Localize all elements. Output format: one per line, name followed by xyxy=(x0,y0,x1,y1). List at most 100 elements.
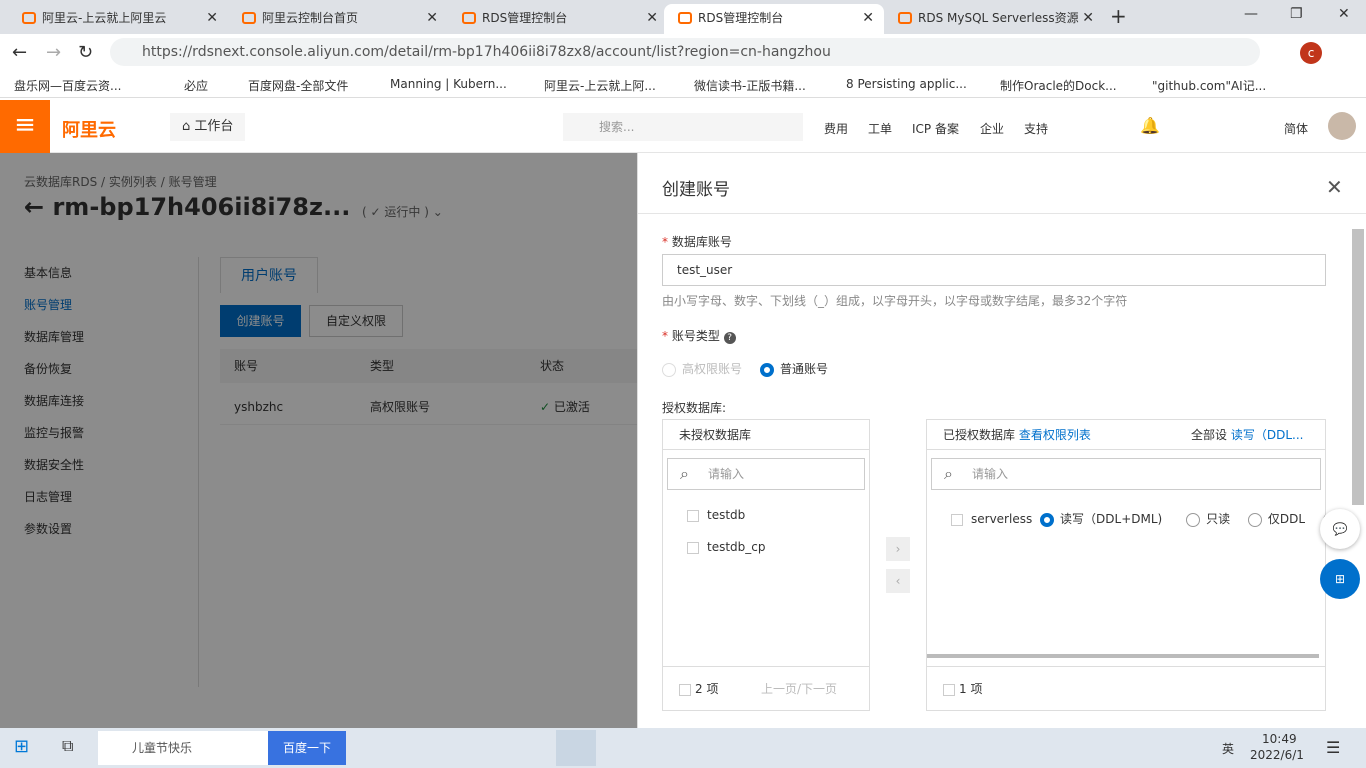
select-all-checkbox[interactable] xyxy=(943,683,955,696)
move-right-button[interactable]: › xyxy=(886,537,910,561)
search-icon: ⌕ xyxy=(680,464,689,483)
taskbar-search-input[interactable]: 儿童节快乐 xyxy=(98,731,268,765)
bookmark[interactable]: 百度网盘-全部文件 xyxy=(248,77,348,94)
checkbox[interactable] xyxy=(687,541,699,554)
bookmark[interactable]: 阿里云-上云就上阿... xyxy=(544,77,656,94)
tab-label: RDS管理控制台 xyxy=(698,11,784,25)
move-left-button[interactable]: ‹ xyxy=(886,569,910,593)
radio-label: 普通账号 xyxy=(780,362,829,376)
workbench-button[interactable]: ⌂ 工作台 xyxy=(170,113,246,141)
browser-tab[interactable]: RDS管理控制台 ✕ xyxy=(448,4,668,34)
browser-tab[interactable]: 阿里云控制台首页 ✕ xyxy=(228,4,448,34)
aliyun-icon xyxy=(22,12,36,24)
placeholder: 请输入 xyxy=(972,467,1009,481)
perm-label: 只读 xyxy=(1206,512,1231,526)
bookmark[interactable]: Manning | Kubern... xyxy=(390,77,507,91)
chat-icon[interactable]: 💬 xyxy=(1320,509,1360,549)
horizontal-scrollbar[interactable] xyxy=(927,654,1319,658)
bookmark[interactable]: "github.com"AI记... xyxy=(1152,77,1266,94)
close-window-button[interactable]: ✕ xyxy=(1338,6,1350,22)
radio-readwrite[interactable] xyxy=(1040,512,1055,527)
nav-link[interactable]: 支持 xyxy=(1024,120,1048,137)
aliyun-icon xyxy=(898,12,912,24)
new-tab-button[interactable]: + xyxy=(1110,4,1127,28)
item-count: 2 项 xyxy=(695,682,719,696)
aliyun-icon xyxy=(678,12,692,24)
pager[interactable]: 上一页/下一页 xyxy=(761,667,837,711)
radio-readonly[interactable] xyxy=(1186,512,1201,527)
item-label: testdb xyxy=(707,508,746,522)
checkbox[interactable] xyxy=(951,513,963,526)
browser-tab-active[interactable]: RDS管理控制台 ✕ xyxy=(664,4,884,34)
help-icon[interactable]: ? xyxy=(723,332,736,344)
language-switch[interactable]: 简体 xyxy=(1284,120,1308,137)
minimize-button[interactable]: — xyxy=(1244,6,1258,22)
radio-ddl-only[interactable] xyxy=(1247,512,1262,527)
db-account-input[interactable]: test_user xyxy=(662,254,1326,286)
set-all-link[interactable]: 读写（DDL... xyxy=(1231,428,1304,442)
list-footer: 1 项 xyxy=(927,666,1325,710)
field-hint: 由小写字母、数字、下划线（_）组成，以字母开头，以字母或数字结尾，最多32个字符 xyxy=(662,294,1128,308)
close-tab-icon[interactable]: ✕ xyxy=(206,4,218,32)
nav-link[interactable]: 工单 xyxy=(868,120,892,137)
bookmark[interactable]: 8 Persisting applic... xyxy=(846,77,967,91)
bookmark[interactable]: 微信读书-正版书籍... xyxy=(694,77,806,94)
nav-link[interactable]: 费用 xyxy=(824,120,848,137)
close-tab-icon[interactable]: ✕ xyxy=(426,4,438,32)
browser-tab[interactable]: 阿里云-上云就上阿里云 ✕ xyxy=(8,4,228,34)
task-view-icon[interactable]: ⧉ xyxy=(62,736,73,756)
item-count: 1 项 xyxy=(959,682,983,696)
profile-avatar[interactable]: c xyxy=(1300,42,1322,64)
view-permissions-link[interactable]: 查看权限列表 xyxy=(1019,428,1091,442)
url-input[interactable]: https://rdsnext.console.aliyun.com/detai… xyxy=(110,38,1260,66)
close-tab-icon[interactable]: ✕ xyxy=(862,4,874,32)
select-all-checkbox[interactable] xyxy=(679,683,691,696)
user-avatar[interactable] xyxy=(1328,112,1356,140)
radio-icon xyxy=(662,362,676,377)
search-input[interactable]: ⌕ 请输入 xyxy=(667,458,865,490)
nav-link[interactable]: 企业 xyxy=(980,120,1004,137)
back-icon[interactable]: ← xyxy=(12,42,27,63)
bookmark[interactable]: 盘乐网—百度云资... xyxy=(14,77,121,94)
close-icon[interactable]: ✕ xyxy=(1326,175,1343,199)
notification-icon[interactable]: ☰ xyxy=(1326,738,1340,757)
vertical-scrollbar[interactable] xyxy=(1352,229,1364,505)
list-item[interactable]: testdb xyxy=(687,508,745,522)
search-input[interactable]: ⌕ 请输入 xyxy=(931,458,1321,490)
menu-button[interactable]: ≡ xyxy=(0,100,50,153)
console-search-input[interactable]: 搜索... xyxy=(563,113,803,141)
ime-indicator[interactable]: 英 xyxy=(1222,740,1234,757)
browser-tab[interactable]: RDS MySQL Serverless资源 ✕ xyxy=(884,4,1104,34)
bookmark[interactable]: 制作Oracle的Dock... xyxy=(1000,77,1117,94)
apps-icon[interactable]: ⊞ xyxy=(1320,559,1360,599)
windows-start-icon[interactable]: ⊞ xyxy=(14,736,29,757)
list-item[interactable]: testdb_cp xyxy=(687,540,766,554)
clock-date[interactable]: 2022/6/1 xyxy=(1250,748,1304,762)
chrome-taskbar-icon[interactable] xyxy=(556,730,596,766)
perm-label: 仅DDL xyxy=(1267,512,1306,526)
bell-icon[interactable]: 🔔 xyxy=(1140,116,1160,135)
field-label: * 账号类型 ? xyxy=(662,327,736,344)
baidu-search-button[interactable]: 百度一下 xyxy=(268,731,346,765)
aliyun-icon xyxy=(242,12,256,24)
clock-time[interactable]: 10:49 xyxy=(1262,732,1297,746)
reload-icon[interactable]: ↻ xyxy=(78,42,93,63)
list-item: serverless 读写（DDL+DML) 只读 仅DDL xyxy=(951,510,1325,527)
close-tab-icon[interactable]: ✕ xyxy=(646,4,658,32)
close-tab-icon[interactable]: ✕ xyxy=(1082,4,1094,32)
perm-label: 读写（DDL+DML) xyxy=(1060,512,1163,526)
restore-button[interactable]: ❐ xyxy=(1290,6,1303,22)
tab-label: 阿里云控制台首页 xyxy=(262,11,359,25)
modal-backdrop[interactable] xyxy=(0,153,637,728)
bookmark[interactable]: 必应 xyxy=(184,77,208,94)
aliyun-logo[interactable]: 阿里云 xyxy=(62,116,116,142)
bookmarks-bar: 盘乐网—百度云资... 必应 百度网盘-全部文件 Manning | Kuber… xyxy=(0,72,1366,98)
drawer-title: 创建账号 xyxy=(662,180,730,200)
radio-super-account: 高权限账号 xyxy=(662,360,742,377)
nav-link[interactable]: ICP 备案 xyxy=(912,120,959,137)
tab-strip: 阿里云-上云就上阿里云 ✕ 阿里云控制台首页 ✕ RDS管理控制台 ✕ RDS管理控制… xyxy=(0,0,1366,34)
radio-normal-account[interactable]: 普通账号 xyxy=(760,360,828,377)
forward-icon[interactable]: → xyxy=(46,42,61,63)
list-title: 未授权数据库 xyxy=(663,420,869,450)
checkbox[interactable] xyxy=(687,509,699,522)
